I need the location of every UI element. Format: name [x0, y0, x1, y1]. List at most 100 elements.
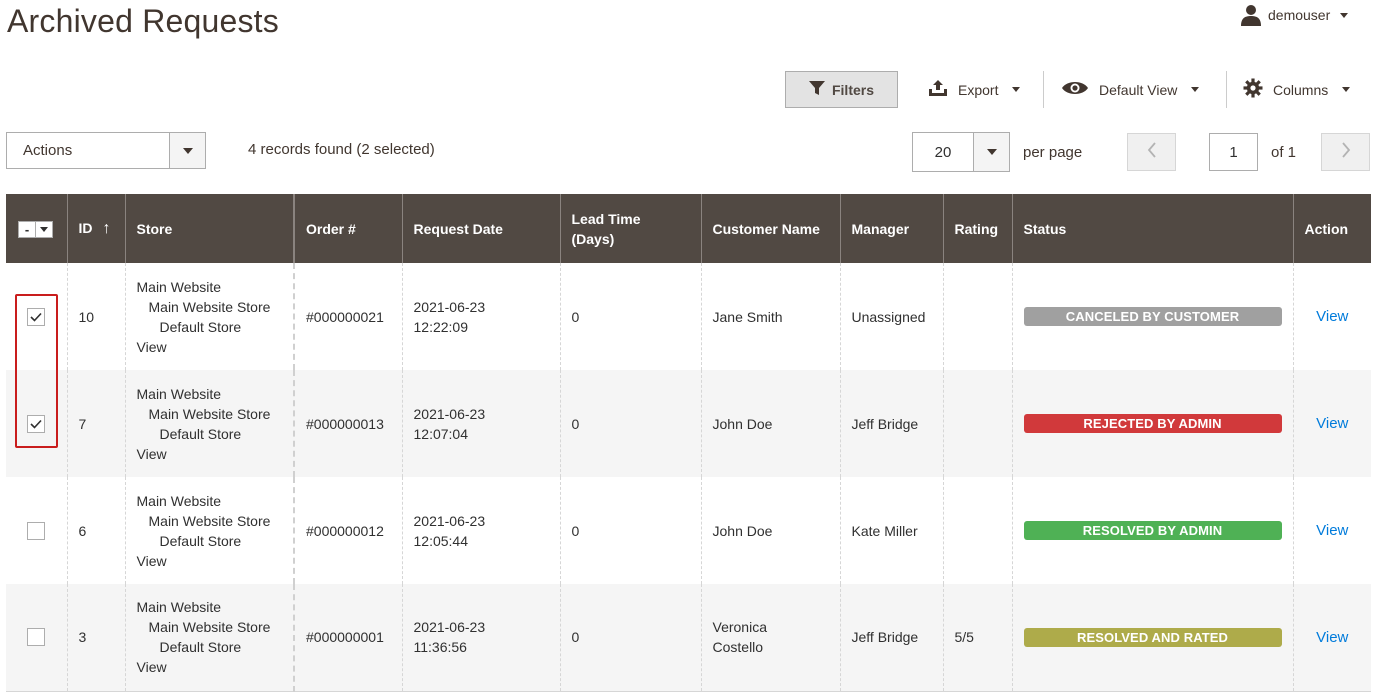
store-line: Main Website: [136, 385, 222, 402]
user-name: demouser: [1268, 7, 1331, 23]
chevron-down-icon: [1012, 87, 1021, 92]
customer-name-line: John Doe: [712, 415, 773, 432]
request-date: 2021-06-23: [413, 405, 486, 422]
request-time: 12:22:09: [413, 318, 469, 335]
view-switcher[interactable]: Default View: [1061, 71, 1200, 108]
previous-page-button[interactable]: [1127, 133, 1176, 171]
cell-id: 7: [67, 370, 126, 477]
status-badge: RESOLVED AND RATED: [1023, 627, 1282, 647]
cell-request-date: 2021-06-23 12:07:04: [402, 370, 561, 477]
store-line: Default Store: [159, 532, 242, 549]
lead-time-label-line2: (Days): [571, 230, 615, 247]
store-line: Main Website Store: [148, 298, 271, 315]
store-view-link[interactable]: View: [137, 551, 283, 571]
view-link[interactable]: View: [1316, 308, 1348, 325]
cell-store: Main Website Main Website Store Default St…: [125, 477, 295, 584]
column-header-id[interactable]: ID ↑: [67, 194, 126, 263]
filters-button[interactable]: Filters: [785, 71, 898, 108]
table-row[interactable]: 7 Main Website Main Website Store Default …: [6, 370, 1371, 477]
cell-request-date: 2021-06-23 12:22:09: [402, 263, 561, 370]
cell-lead-time: 0: [560, 477, 702, 584]
store-line: Main Website Store: [148, 405, 271, 422]
row-checkbox[interactable]: [27, 307, 46, 327]
cell-status: RESOLVED BY ADMIN: [1012, 477, 1294, 584]
mass-actions-select[interactable]: Actions: [6, 132, 206, 169]
cell-request-date: 2021-06-23 11:36:56: [402, 584, 561, 692]
toolbar-divider: [1043, 71, 1044, 108]
row-checkbox[interactable]: [27, 628, 46, 647]
cell-action: View: [1293, 263, 1371, 370]
filter-icon: [808, 80, 825, 99]
store-line: Default Store: [159, 639, 242, 656]
customer-name-line: Veronica: [712, 619, 767, 636]
cell-customer: Veronica Costello: [701, 584, 841, 692]
request-time: 12:07:04: [413, 425, 469, 442]
requests-grid: - ID ↑ Store Order # Request Date Lead Ti…: [6, 194, 1371, 692]
cell-rating: [943, 263, 1013, 370]
cell-id: 6: [67, 477, 126, 584]
next-page-button[interactable]: [1321, 133, 1370, 171]
cell-status: CANCELED BY CUSTOMER: [1012, 263, 1294, 370]
store-view-link[interactable]: View: [137, 337, 283, 357]
row-checkbox[interactable]: [27, 521, 46, 540]
column-header-store[interactable]: Store: [125, 194, 295, 263]
customer-name-line: John Doe: [712, 522, 773, 539]
sort-arrow-icon: ↑: [102, 220, 111, 237]
cell-store: Main Website Main Website Store Default St…: [125, 584, 295, 692]
table-row[interactable]: 10 Main Website Main Website Store Default…: [6, 263, 1371, 370]
column-header-manager[interactable]: Manager: [840, 194, 944, 263]
cell-action: View: [1293, 370, 1371, 477]
column-header-status[interactable]: Status: [1012, 194, 1294, 263]
per-page-select[interactable]: 20: [912, 132, 1010, 172]
view-link[interactable]: View: [1316, 629, 1348, 646]
store-line: Main Website: [136, 599, 222, 616]
table-row[interactable]: 3 Main Website Main Website Store Default …: [6, 584, 1371, 692]
cell-id: 10: [67, 263, 126, 370]
check-icon: [30, 414, 42, 434]
user-menu[interactable]: demouser: [1240, 4, 1349, 26]
column-header-customer[interactable]: Customer Name: [701, 194, 841, 263]
cell-manager: Kate Miller: [840, 477, 944, 584]
mass-select-dropdown[interactable]: -: [18, 220, 53, 238]
view-link[interactable]: View: [1316, 415, 1348, 432]
page-total: of 1: [1271, 144, 1297, 161]
store-line: Default Store: [159, 318, 242, 335]
request-date: 2021-06-23: [413, 619, 486, 636]
column-header-order[interactable]: Order #: [294, 194, 403, 263]
chevron-down-icon: [973, 133, 1009, 171]
cell-order: #000000012: [294, 477, 403, 584]
cell-order: #000000013: [294, 370, 403, 477]
view-label: Default View: [1099, 81, 1178, 98]
column-header-rating[interactable]: Rating: [943, 194, 1013, 263]
cell-id: 3: [67, 584, 126, 692]
column-header-lead-time[interactable]: Lead Time (Days): [560, 194, 702, 263]
export-icon: [928, 79, 948, 100]
column-header-request-date[interactable]: Request Date: [402, 194, 561, 263]
table-row[interactable]: 6 Main Website Main Website Store Default …: [6, 477, 1371, 584]
store-view-link[interactable]: View: [137, 444, 283, 464]
chevron-down-icon: [36, 226, 52, 232]
filters-label: Filters: [831, 81, 874, 98]
chevron-left-icon: [1147, 141, 1157, 163]
view-link[interactable]: View: [1316, 522, 1348, 539]
column-header-action: Action: [1293, 194, 1371, 263]
current-page-input[interactable]: [1209, 133, 1258, 171]
store-view-link[interactable]: View: [137, 657, 283, 677]
cell-order: #000000021: [294, 263, 403, 370]
store-line: Main Website Store: [148, 619, 271, 636]
row-checkbox[interactable]: [27, 414, 46, 434]
chevron-down-icon: [169, 133, 205, 168]
eye-icon: [1061, 80, 1089, 99]
row-select-cell: [6, 584, 68, 692]
cell-lead-time: 0: [560, 584, 702, 692]
check-icon: [30, 307, 42, 327]
row-select-cell: [6, 477, 68, 584]
export-button[interactable]: Export: [928, 71, 1021, 108]
request-date: 2021-06-23: [413, 298, 486, 315]
columns-button[interactable]: Columns: [1243, 71, 1351, 108]
actions-label: Actions: [23, 142, 73, 159]
chevron-right-icon: [1341, 141, 1351, 163]
cell-action: View: [1293, 477, 1371, 584]
cell-lead-time: 0: [560, 263, 702, 370]
cell-status: REJECTED BY ADMIN: [1012, 370, 1294, 477]
